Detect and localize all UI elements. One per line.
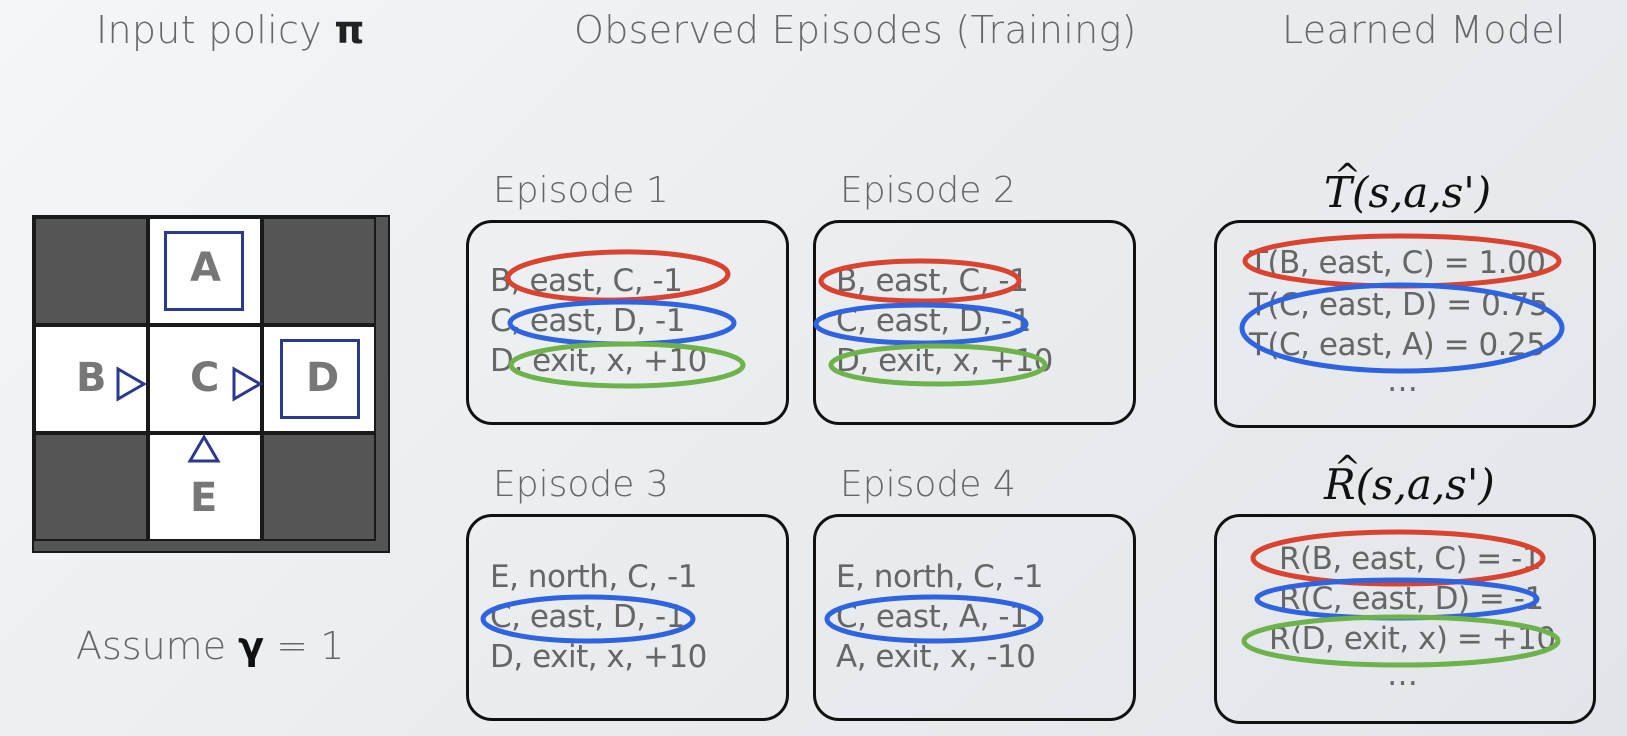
episode-1-title: Episode 1 xyxy=(493,170,669,211)
policy-header-text: Input policy xyxy=(96,8,322,52)
episode-line: D, exit, x, +10 xyxy=(490,343,707,379)
policy-header: Input policy π xyxy=(96,8,365,52)
state-label-d: D xyxy=(306,355,340,401)
r-line: R(C, east, D) = -1 xyxy=(1279,581,1544,617)
state-label-c: C xyxy=(190,355,220,401)
episode-line: C, east, A, -1 xyxy=(836,599,1029,635)
t-line: T(C, east, D) = 0.75 xyxy=(1249,287,1549,323)
episode-3-title: Episode 3 xyxy=(493,464,669,505)
grid-cell-wall xyxy=(262,217,376,325)
r-model-box: R(B, east, C) = -1 R(C, east, D) = -1 R(… xyxy=(1214,514,1596,724)
assume-gamma: Assume γ = 1 xyxy=(76,624,344,668)
gamma-symbol: γ xyxy=(238,624,265,668)
episode-1-box: B, east, C, -1 C, east, D, -1 D, exit, x… xyxy=(466,220,789,425)
episode-line: E, north, C, -1 xyxy=(490,559,697,595)
t-line: T(B, east, C) = 1.00 xyxy=(1249,245,1546,281)
r-hat-title: R(s,a,s') xyxy=(1324,460,1495,509)
gridworld: A B C D E xyxy=(32,215,390,553)
grid-cell-a: A xyxy=(148,217,262,325)
episode-line: C, east, D, -1 xyxy=(836,303,1031,339)
episode-3-box: E, north, C, -1 C, east, D, -1 D, exit, … xyxy=(466,514,789,721)
episode-line: B, east, C, -1 xyxy=(490,263,683,299)
episode-line: C, east, D, -1 xyxy=(490,303,685,339)
assume-prefix: Assume xyxy=(76,624,227,668)
episode-line: A, exit, x, -10 xyxy=(836,639,1036,675)
episode-4-box: E, north, C, -1 C, east, A, -1 A, exit, … xyxy=(813,514,1136,721)
episode-line: B, east, C, -1 xyxy=(836,263,1029,299)
r-line: R(D, exit, x) = +10 xyxy=(1269,621,1556,657)
episode-line: C, east, D, -1 xyxy=(490,599,685,635)
t-line: T(C, east, A) = 0.25 xyxy=(1249,327,1546,363)
episode-line: E, north, C, -1 xyxy=(836,559,1043,595)
r-line: R(B, east, C) = -1 xyxy=(1279,541,1542,577)
episode-2-box: B, east, C, -1 C, east, D, -1 D, exit, x… xyxy=(813,220,1136,425)
state-label-a: A xyxy=(190,245,221,291)
episode-2-title: Episode 2 xyxy=(840,170,1016,211)
grid-cell-e: E xyxy=(148,433,262,541)
t-ellipsis: … xyxy=(1387,363,1418,399)
assume-suffix: = 1 xyxy=(276,624,345,668)
model-header: Learned Model xyxy=(1282,8,1566,52)
episode-4-title: Episode 4 xyxy=(840,464,1016,505)
grid-cell-wall xyxy=(34,433,148,541)
state-label-e: E xyxy=(190,475,218,521)
grid-cell-wall xyxy=(34,217,148,325)
grid-cell-b: B xyxy=(34,325,148,433)
t-model-box: T(B, east, C) = 1.00 T(C, east, D) = 0.7… xyxy=(1214,220,1596,428)
episode-line: D, exit, x, +10 xyxy=(490,639,707,675)
t-hat-title: T(s,a,s') xyxy=(1324,168,1492,217)
grid-cell-d: D xyxy=(262,325,376,433)
state-label-b: B xyxy=(76,355,107,401)
pi-symbol: π xyxy=(334,8,365,52)
grid-cell-wall xyxy=(262,433,376,541)
episodes-header: Observed Episodes (Training) xyxy=(574,8,1137,52)
r-ellipsis: … xyxy=(1387,657,1418,693)
grid-cell-c: C xyxy=(148,325,262,433)
episode-line: D, exit, x, +10 xyxy=(836,343,1053,379)
